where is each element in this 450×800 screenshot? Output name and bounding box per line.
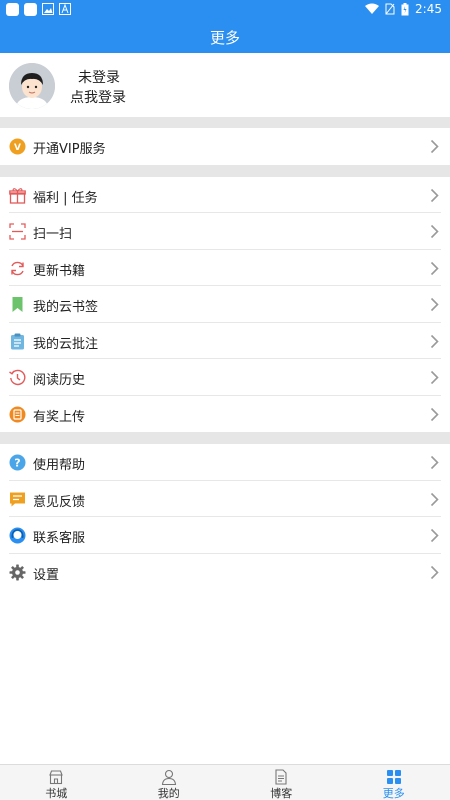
menu-item-label: 阅读历史 xyxy=(33,373,86,388)
chevron-right-icon xyxy=(430,565,439,579)
tab-label: 更多 xyxy=(382,787,405,800)
chevron-right-icon xyxy=(430,455,439,470)
menu-item-label: 我的云批注 xyxy=(33,336,99,352)
tab-mine[interactable]: 我的 xyxy=(113,765,226,800)
letter-a-icon xyxy=(59,3,71,15)
menu-item-cloud-annotations[interactable]: 我的云批注 xyxy=(0,323,450,359)
support-section: ? 使用帮助 意见反馈 联系客服 设置 xyxy=(0,444,450,590)
menu-item-welfare-tasks[interactable]: 福利 | 任务 xyxy=(0,177,450,213)
gear-icon xyxy=(9,564,26,580)
bookmark-icon xyxy=(12,297,23,312)
menu-item-reward-upload[interactable]: 有奖上传 xyxy=(0,396,450,433)
history-icon xyxy=(9,369,26,386)
avatar-boy-icon xyxy=(9,63,55,109)
menu-item-label: 意见反馈 xyxy=(33,494,86,510)
chevron-right-icon xyxy=(430,188,439,202)
menu-item-label: 更新书籍 xyxy=(33,263,86,279)
tab-more[interactable]: 更多 xyxy=(338,765,450,800)
chevron-right-icon xyxy=(430,139,439,154)
vip-section: V 开通VIP服务 xyxy=(0,128,450,165)
features-section: 福利 | 任务 扫一扫 更新书籍 我的云书签 我的云批注 阅读历史 有奖上传 xyxy=(0,176,450,433)
no-sim-icon xyxy=(385,3,395,15)
menu-item-cloud-bookmarks[interactable]: 我的云书签 xyxy=(0,286,450,323)
document-icon xyxy=(275,769,287,785)
menu-item-reading-history[interactable]: 阅读历史 xyxy=(0,359,450,396)
gift-icon xyxy=(9,187,26,204)
chevron-right-icon xyxy=(430,370,439,385)
upload-icon xyxy=(9,406,26,422)
login-link[interactable]: 点我登录 xyxy=(70,87,126,107)
section-divider xyxy=(0,117,450,128)
notification-icons xyxy=(6,3,71,16)
chevron-right-icon xyxy=(430,528,439,543)
menu-item-label: 使用帮助 xyxy=(33,458,86,473)
section-divider xyxy=(0,432,450,444)
image-icon xyxy=(42,3,54,15)
notification-app-icon xyxy=(24,3,37,16)
bookstore-icon xyxy=(49,770,64,785)
user-icon xyxy=(161,769,176,785)
chevron-right-icon xyxy=(430,334,439,348)
notification-app-icon xyxy=(6,3,19,16)
chevron-right-icon xyxy=(430,261,439,275)
tab-blog[interactable]: 博客 xyxy=(225,765,338,800)
title-bar: 更多 xyxy=(0,19,450,53)
tab-label: 书城 xyxy=(45,787,68,800)
svg-text:V: V xyxy=(14,143,21,153)
status-bar: 2:45 xyxy=(0,0,450,19)
chevron-right-icon xyxy=(430,224,439,239)
menu-item-label: 开通VIP服务 xyxy=(33,142,106,157)
menu-item-label: 我的云书签 xyxy=(33,300,99,315)
scan-icon xyxy=(9,223,26,240)
menu-item-help[interactable]: ? 使用帮助 xyxy=(0,444,450,481)
menu-item-customer-service[interactable]: 联系客服 xyxy=(0,517,450,554)
menu-item-settings[interactable]: 设置 xyxy=(0,554,450,591)
grid-icon xyxy=(386,770,401,784)
menu-item-label: 扫一扫 xyxy=(33,227,73,242)
avatar[interactable] xyxy=(9,63,55,109)
chevron-right-icon xyxy=(430,297,439,312)
tab-label: 博客 xyxy=(270,787,293,800)
vip-icon: V xyxy=(9,138,26,155)
svg-text:?: ? xyxy=(14,457,20,470)
wifi-icon xyxy=(365,3,380,14)
system-status-icons: 2:45 xyxy=(365,2,442,16)
menu-item-label: 设置 xyxy=(33,567,60,583)
chevron-right-icon xyxy=(430,407,439,421)
menu-item-label: 联系客服 xyxy=(33,531,86,546)
tab-label: 我的 xyxy=(157,787,180,800)
clock: 2:45 xyxy=(415,2,442,16)
menu-item-label: 有奖上传 xyxy=(33,409,86,425)
clipboard-icon xyxy=(11,333,24,349)
section-divider xyxy=(0,164,450,177)
menu-item-scan[interactable]: 扫一扫 xyxy=(0,213,450,250)
tab-bookstore[interactable]: 书城 xyxy=(0,765,113,800)
menu-item-label: 福利 | 任务 xyxy=(33,190,98,206)
profile-card[interactable]: 未登录 点我登录 xyxy=(0,53,450,117)
feedback-icon xyxy=(10,492,25,506)
username-label: 未登录 xyxy=(78,70,120,86)
menu-item-update-books[interactable]: 更新书籍 xyxy=(0,250,450,286)
customer-service-icon xyxy=(9,527,26,544)
menu-item-feedback[interactable]: 意见反馈 xyxy=(0,481,450,517)
battery-icon xyxy=(401,2,409,15)
page-title: 更多 xyxy=(209,29,240,47)
chevron-right-icon xyxy=(430,492,439,506)
menu-item-vip[interactable]: V 开通VIP服务 xyxy=(0,128,450,165)
bottom-tab-bar: 书城 我的 博客 更多 xyxy=(0,764,450,800)
refresh-icon xyxy=(11,261,24,275)
help-icon: ? xyxy=(9,454,26,471)
